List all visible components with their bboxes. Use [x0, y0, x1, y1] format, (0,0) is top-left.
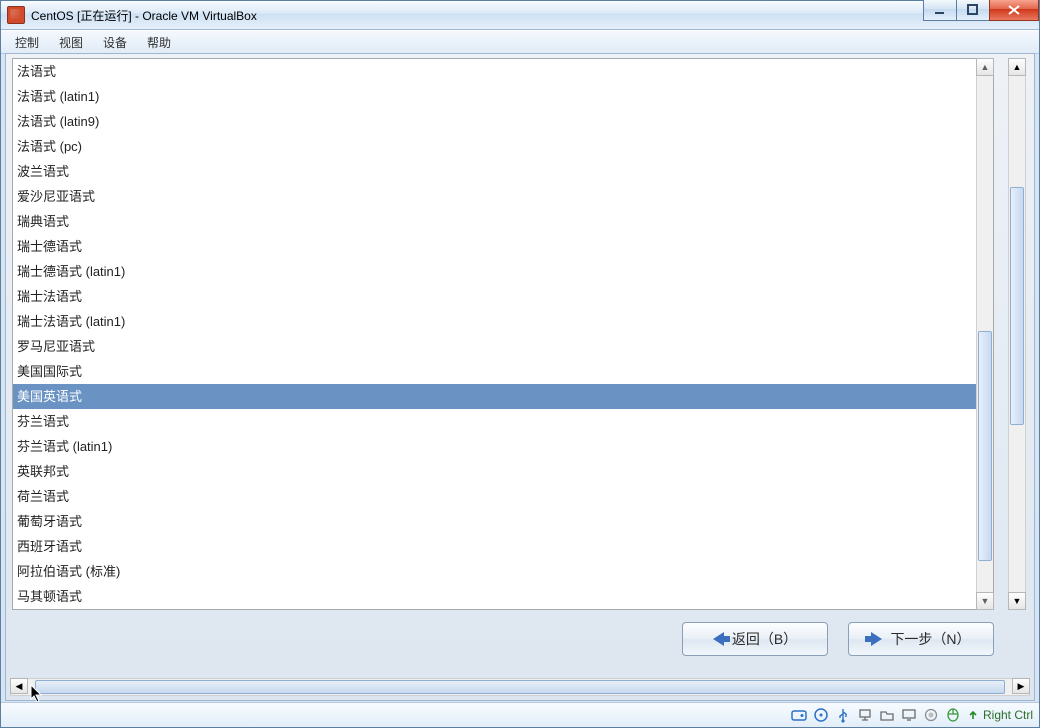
- menubar: 控制 视图 设备 帮助: [1, 30, 1039, 54]
- maximize-icon: [967, 4, 979, 16]
- network-icon[interactable]: [857, 707, 873, 723]
- close-icon: [1007, 4, 1021, 16]
- optical-drive-icon[interactable]: [813, 707, 829, 723]
- outer-scroll-up-arrow[interactable]: ▲: [1008, 58, 1026, 76]
- list-item[interactable]: 阿拉伯语式 (标准): [13, 559, 977, 584]
- list-item[interactable]: 葡萄牙语式: [13, 509, 977, 534]
- list-item[interactable]: 波兰语式: [13, 159, 977, 184]
- scroll-down-arrow[interactable]: ▼: [976, 592, 994, 610]
- list-item[interactable]: 美国英语式: [13, 384, 977, 409]
- arrow-right-icon: [871, 632, 882, 646]
- list-item[interactable]: 法语式 (pc): [13, 134, 977, 159]
- list-item[interactable]: 瑞典语式: [13, 209, 977, 234]
- scroll-thumb[interactable]: [978, 331, 992, 561]
- list-item[interactable]: 荷兰语式: [13, 484, 977, 509]
- menu-control[interactable]: 控制: [7, 32, 47, 53]
- keyboard-layout-list[interactable]: 法语式法语式 (latin1)法语式 (latin9)法语式 (pc)波兰语式爱…: [12, 58, 994, 610]
- list-item[interactable]: 法语式 (latin9): [13, 109, 977, 134]
- hostkey-arrow-icon: [967, 709, 979, 721]
- list-item[interactable]: 瑞士德语式: [13, 234, 977, 259]
- window-frame: CentOS [正在运行] - Oracle VM VirtualBox 控制 …: [0, 0, 1040, 728]
- hscroll-right-arrow[interactable]: ▶: [1012, 678, 1030, 694]
- list-item[interactable]: 法语式: [13, 59, 977, 84]
- maximize-button[interactable]: [956, 0, 990, 21]
- minimize-button[interactable]: [923, 0, 957, 21]
- list-item[interactable]: 马其顿语式: [13, 584, 977, 609]
- record-icon[interactable]: [923, 707, 939, 723]
- hscroll-left-arrow[interactable]: ◀: [10, 678, 28, 694]
- hscroll-thumb[interactable]: [35, 680, 1005, 694]
- list-item[interactable]: 芬兰语式 (latin1): [13, 434, 977, 459]
- menu-help[interactable]: 帮助: [139, 32, 179, 53]
- mouse-capture-icon[interactable]: [945, 707, 961, 723]
- wizard-button-row: 返回（B） 下一步（N）: [682, 622, 994, 656]
- statusbar: Right Ctrl: [1, 702, 1039, 727]
- hostkey-label: Right Ctrl: [983, 708, 1033, 722]
- window-controls: [924, 0, 1039, 21]
- list-item[interactable]: 爱沙尼亚语式: [13, 184, 977, 209]
- shared-folder-icon[interactable]: [879, 707, 895, 723]
- list-item[interactable]: 芬兰语式: [13, 409, 977, 434]
- list-item[interactable]: 美国国际式: [13, 359, 977, 384]
- back-button-label: 返回（B）: [732, 629, 797, 649]
- list-item[interactable]: 西班牙语式: [13, 534, 977, 559]
- back-button[interactable]: 返回（B）: [682, 622, 828, 656]
- minimize-icon: [934, 4, 946, 16]
- titlebar[interactable]: CentOS [正在运行] - Oracle VM VirtualBox: [1, 1, 1039, 30]
- arrow-left-icon: [713, 632, 724, 646]
- menu-devices[interactable]: 设备: [95, 32, 135, 53]
- outer-scroll-thumb[interactable]: [1010, 187, 1024, 425]
- horizontal-scrollbar[interactable]: ◀ ▶: [10, 678, 1030, 696]
- close-button[interactable]: [989, 0, 1039, 21]
- virtualbox-app-icon: [7, 6, 25, 24]
- list-item[interactable]: 瑞士法语式: [13, 284, 977, 309]
- outer-scroll-down-arrow[interactable]: ▼: [1008, 592, 1026, 610]
- next-button[interactable]: 下一步（N）: [848, 622, 994, 656]
- scroll-up-arrow[interactable]: ▲: [976, 58, 994, 76]
- hostkey-indicator[interactable]: Right Ctrl: [967, 708, 1033, 722]
- menu-view[interactable]: 视图: [51, 32, 91, 53]
- list-item[interactable]: 瑞士德语式 (latin1): [13, 259, 977, 284]
- list-item[interactable]: 罗马尼亚语式: [13, 334, 977, 359]
- list-item[interactable]: 瑞士法语式 (latin1): [13, 309, 977, 334]
- outer-vertical-scrollbar[interactable]: ▲ ▼: [1008, 58, 1026, 610]
- list-vertical-scrollbar[interactable]: ▲ ▼: [976, 59, 993, 609]
- next-button-label: 下一步（N）: [890, 629, 970, 649]
- list-scroll-area[interactable]: 法语式法语式 (latin1)法语式 (latin9)法语式 (pc)波兰语式爱…: [13, 59, 977, 609]
- guest-viewport: 法语式法语式 (latin1)法语式 (latin9)法语式 (pc)波兰语式爱…: [5, 53, 1035, 701]
- hard-disk-icon[interactable]: [791, 707, 807, 723]
- list-item[interactable]: 英联邦式: [13, 459, 977, 484]
- usb-icon[interactable]: [835, 707, 851, 723]
- list-item[interactable]: 法语式 (latin1): [13, 84, 977, 109]
- window-title: CentOS [正在运行] - Oracle VM VirtualBox: [31, 7, 257, 24]
- display-icon[interactable]: [901, 707, 917, 723]
